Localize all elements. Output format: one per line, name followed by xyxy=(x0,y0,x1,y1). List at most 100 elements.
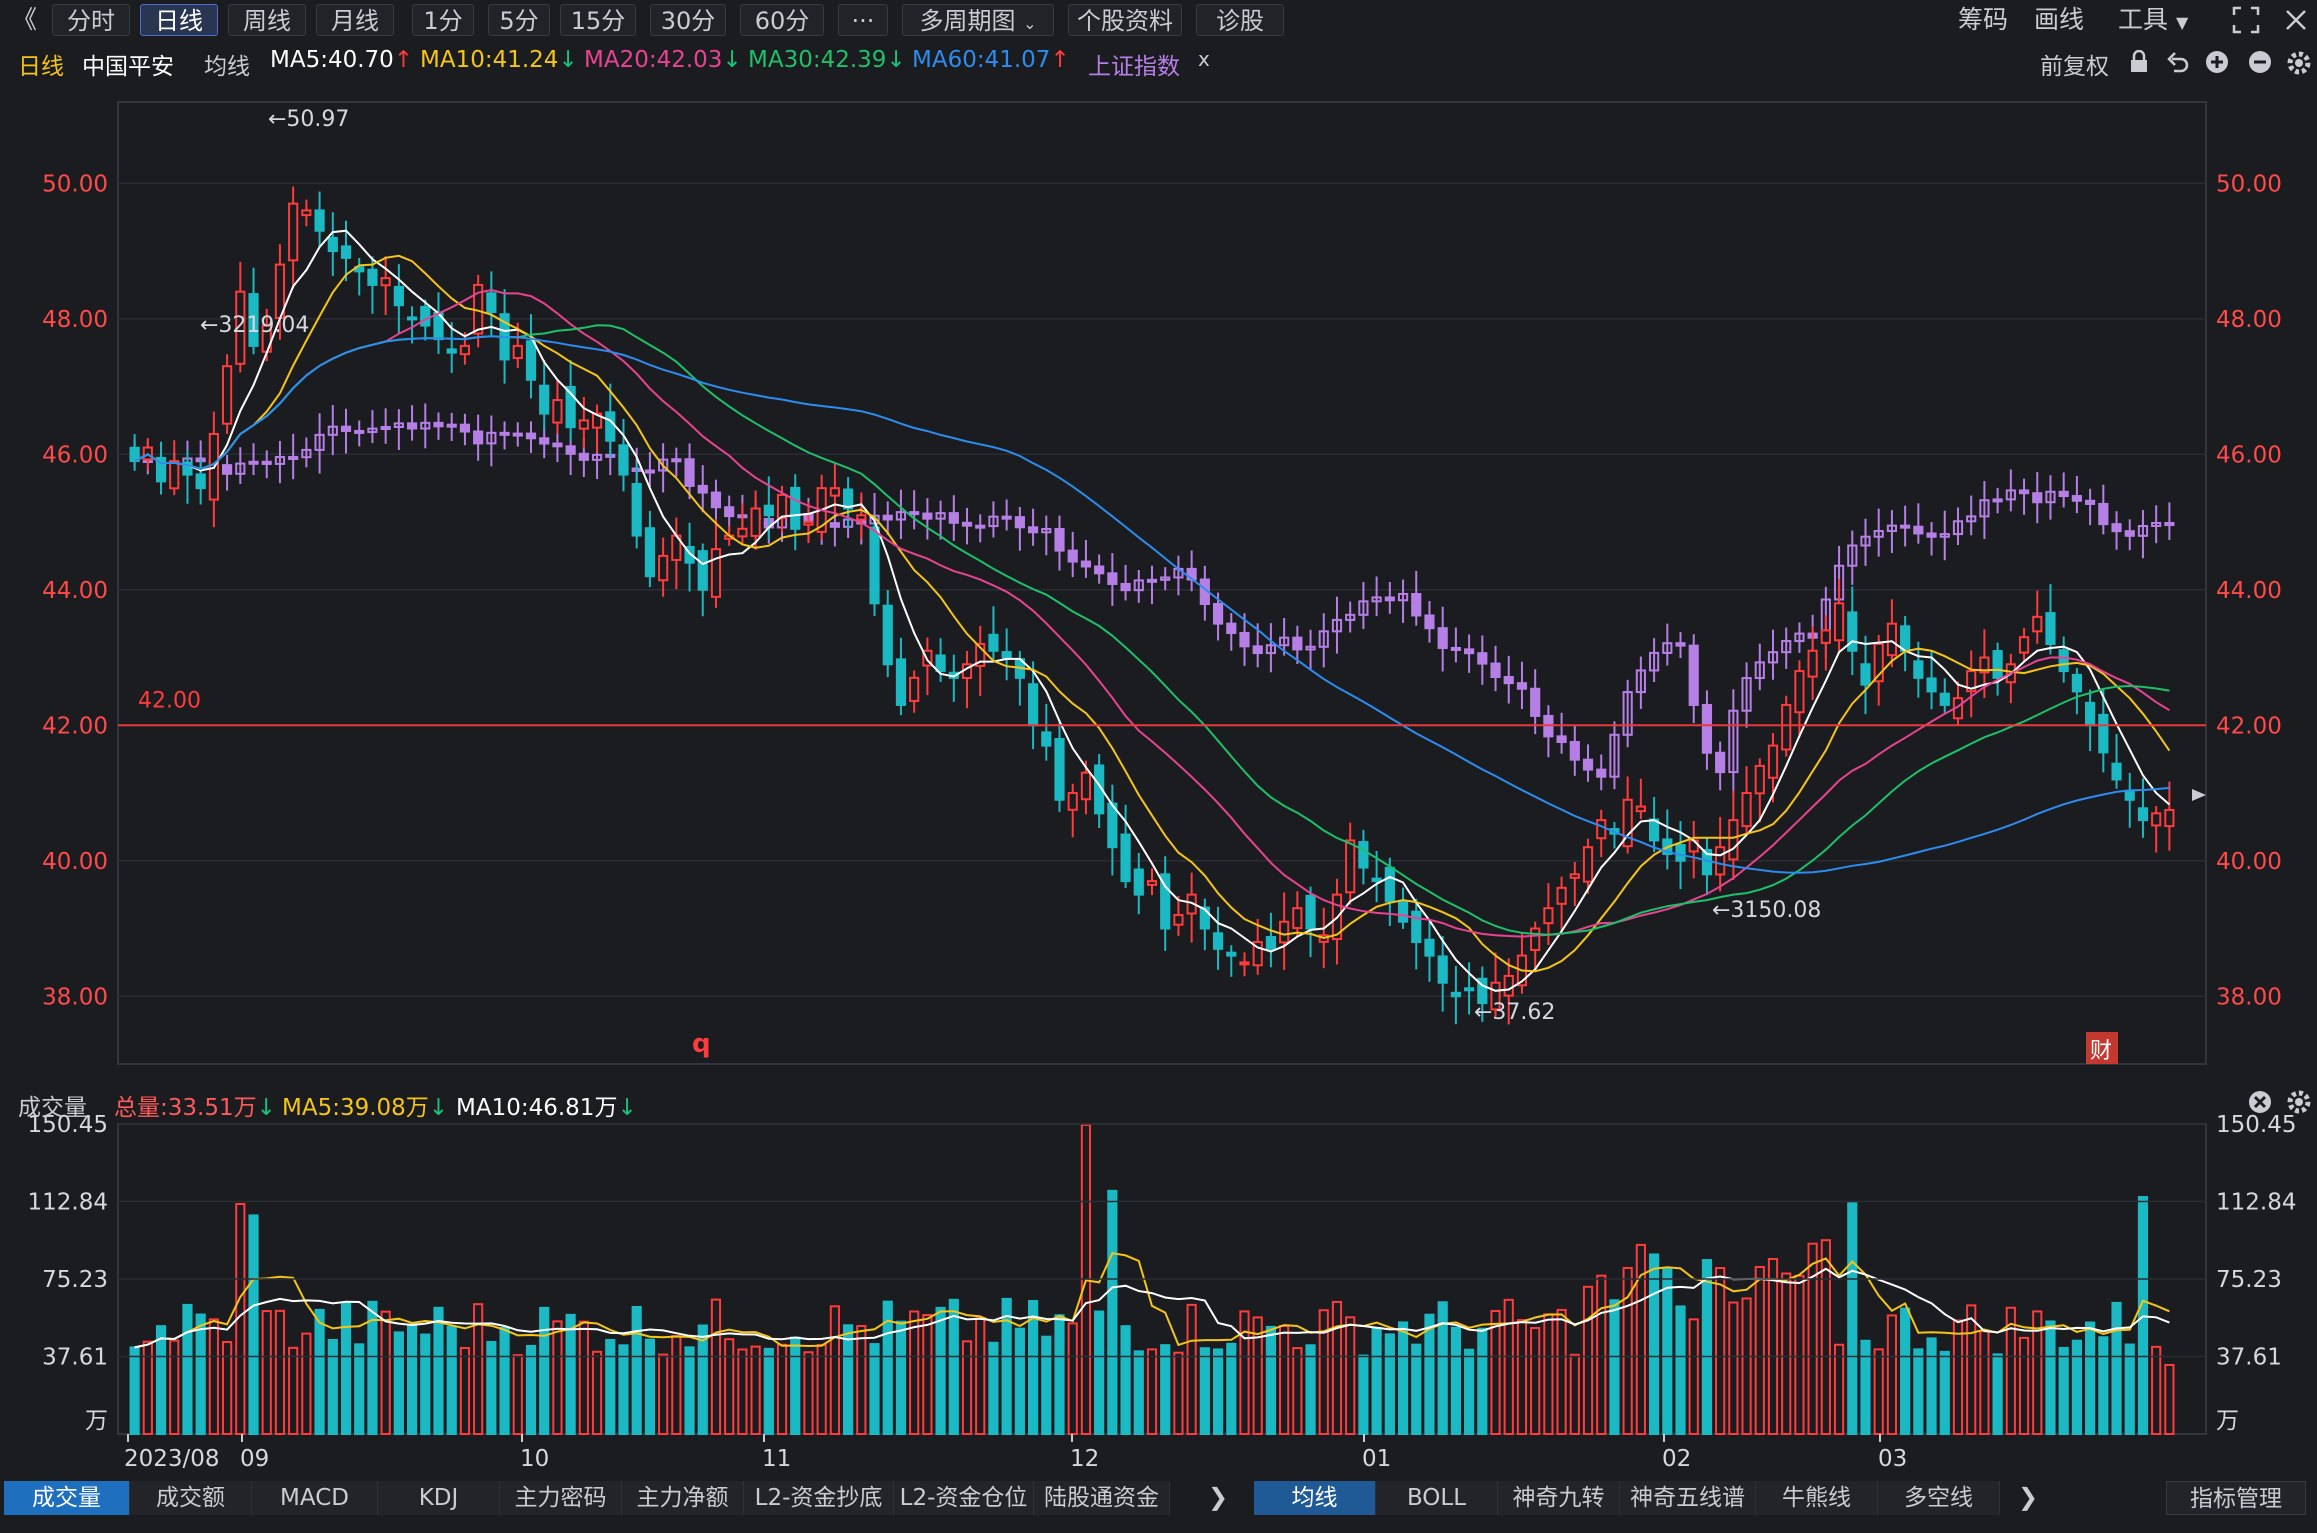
candle xyxy=(2032,615,2043,633)
volume-axis-left-label: 112.84 xyxy=(28,1189,108,1215)
indicator-tab-6[interactable]: L2-资金抄底 xyxy=(744,1481,894,1515)
index-candle xyxy=(406,422,418,430)
price-axis-left-label: 46.00 xyxy=(42,442,108,468)
price-axis-left-label: 40.00 xyxy=(42,849,108,875)
overlay-tab-4[interactable]: 牛熊线 xyxy=(1756,1481,1878,1515)
candle xyxy=(1820,629,1831,644)
volume-bar xyxy=(539,1306,550,1436)
index-candle xyxy=(1239,631,1250,648)
volume-bar xyxy=(816,1343,827,1435)
index-candle xyxy=(1411,592,1422,617)
volume-bar xyxy=(578,1320,589,1435)
volume-bar xyxy=(750,1345,761,1436)
volume-bar xyxy=(1094,1310,1105,1435)
index-candle xyxy=(1715,751,1726,774)
tabs-left-more-icon[interactable]: ❯ xyxy=(1208,1483,1228,1511)
candle xyxy=(1886,622,1898,657)
volume-bar xyxy=(1952,1319,1964,1436)
candle xyxy=(1728,819,1739,861)
volume-bar xyxy=(922,1314,933,1436)
price-axis-right-label: 44.00 xyxy=(2216,578,2282,604)
index-candle xyxy=(1900,524,1911,529)
candle xyxy=(1939,692,1950,706)
candle xyxy=(314,209,325,232)
volume-unit-left: 万 xyxy=(85,1408,108,1434)
volume-bar xyxy=(1886,1314,1898,1435)
indicator-manage-button[interactable]: 指标管理 xyxy=(2166,1481,2306,1515)
candle xyxy=(367,268,378,286)
indicator-tab-7[interactable]: L2-资金仓位 xyxy=(894,1481,1034,1515)
index-low-annotation: ←3150.08 xyxy=(1712,898,1821,923)
price-axis-right-label: 38.00 xyxy=(2216,984,2282,1010)
tabs-right-more-icon[interactable]: ❯ xyxy=(2018,1483,2038,1511)
volume-bar xyxy=(195,1313,206,1435)
candle xyxy=(525,340,537,381)
indicator-tab-0[interactable]: 成交量 xyxy=(4,1481,130,1515)
price-axis-right-label: 50.00 xyxy=(2216,171,2282,197)
price-axis-left-label: 44.00 xyxy=(42,578,108,604)
index-candle xyxy=(1054,528,1065,552)
candle xyxy=(856,514,867,521)
kline-chart[interactable]: 50.00 48.00 46.00 44.00 42.00 40.00 38.00 50.0… xyxy=(0,0,2317,1481)
volume-bar xyxy=(1358,1354,1369,1436)
candle xyxy=(1754,764,1765,795)
candle xyxy=(1067,792,1078,811)
index-candle xyxy=(288,456,299,461)
candle xyxy=(1675,844,1686,862)
candle xyxy=(790,486,801,530)
volume-close-icon[interactable] xyxy=(2248,1090,2272,1120)
candle xyxy=(2151,812,2162,827)
indicator-tab-4[interactable]: 主力密码 xyxy=(500,1481,622,1515)
overlay-tab-2[interactable]: 神奇九转 xyxy=(1498,1481,1620,1515)
price-axis-right-label: 46.00 xyxy=(2216,442,2282,468)
index-candle xyxy=(248,460,259,465)
index-candle xyxy=(1926,532,1937,538)
indicator-tab-5[interactable]: 主力净额 xyxy=(622,1481,744,1515)
index-candle xyxy=(1675,642,1686,647)
volume-bar xyxy=(684,1346,695,1436)
volume-bar xyxy=(1305,1344,1316,1436)
index-candle xyxy=(1252,645,1263,655)
overlay-tab-5[interactable]: 多空线 xyxy=(1878,1481,2000,1515)
candle xyxy=(1133,868,1144,896)
index-candle xyxy=(684,458,695,487)
indicator-tab-3[interactable]: KDJ xyxy=(378,1481,500,1515)
candle xyxy=(631,482,642,537)
overlay-tab-0[interactable]: 均线 xyxy=(1254,1481,1376,1515)
index-candle xyxy=(354,429,365,434)
fin-marker[interactable]: 财 xyxy=(2090,1039,2112,1064)
volume-axis-right-label: 112.84 xyxy=(2216,1189,2296,1215)
index-candle xyxy=(446,423,457,428)
candle xyxy=(1596,819,1607,840)
index-candle xyxy=(1384,596,1395,602)
low-annotation: ←37.62 xyxy=(1474,1000,1555,1025)
index-candle xyxy=(1464,648,1475,655)
volume-settings-gear-icon[interactable] xyxy=(2286,1089,2312,1121)
overlay-tab-3[interactable]: 神奇五线谱 xyxy=(1620,1481,1756,1515)
volume-ma5-arrow: ↓ xyxy=(428,1095,449,1121)
ma20-line xyxy=(134,288,2170,938)
volume-bar xyxy=(605,1338,616,1436)
index-candle xyxy=(1530,687,1541,717)
volume-bar xyxy=(1424,1313,1435,1436)
volume-bar xyxy=(843,1324,854,1435)
candle xyxy=(222,365,233,425)
volume-bar xyxy=(2085,1321,2096,1435)
volume-ma10-arrow: ↓ xyxy=(617,1095,637,1121)
volume-bar xyxy=(393,1331,404,1435)
volume-bar xyxy=(1596,1274,1607,1436)
price-axis-right-label: 40.00 xyxy=(2216,849,2282,875)
indicator-tab-2[interactable]: MACD xyxy=(252,1481,378,1515)
volume-bar xyxy=(1503,1298,1514,1435)
indicator-tab-1[interactable]: 成交额 xyxy=(130,1481,252,1515)
index-candle xyxy=(1701,703,1713,754)
index-candle xyxy=(222,464,233,475)
volume-ma5-value: MA5:39.08万 xyxy=(282,1095,429,1121)
volume-bar xyxy=(2045,1320,2056,1436)
volume-bar xyxy=(155,1325,167,1435)
overlay-tab-1[interactable]: BOLL xyxy=(1376,1481,1498,1515)
q-marker[interactable]: q xyxy=(692,1029,711,1059)
volume-bar xyxy=(1490,1309,1501,1435)
volume-bar xyxy=(1966,1304,1977,1435)
indicator-tab-8[interactable]: 陆股通资金 xyxy=(1034,1481,1170,1515)
